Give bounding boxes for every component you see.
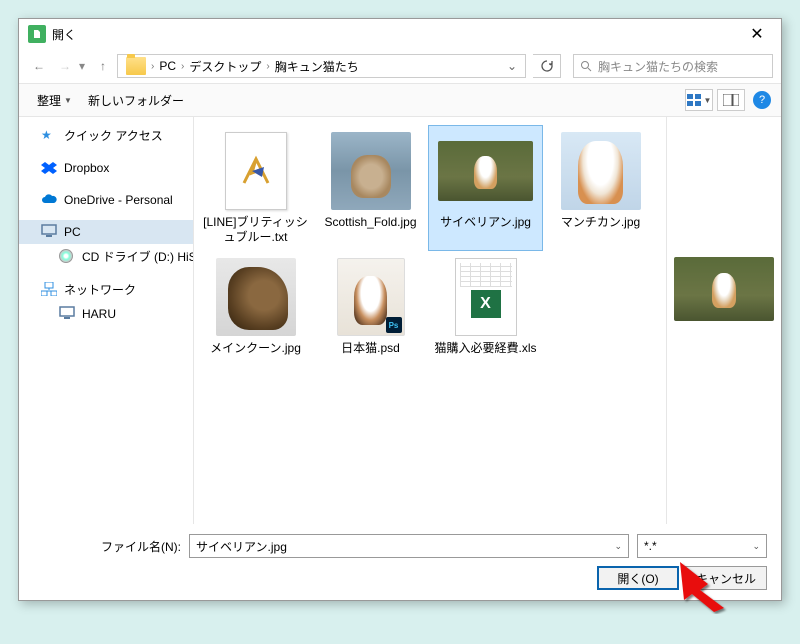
toolbar: 整理▼ 新しいフォルダー ▼ ? [19,83,781,117]
chevron-down-icon[interactable]: ⌄ [614,541,622,552]
preview-pane [666,117,781,524]
view-mode-button[interactable]: ▼ [685,89,713,111]
file-name: マンチカン.jpg [561,215,640,230]
pc-icon [41,224,57,240]
file-item[interactable]: Ps 日本猫.psd [313,251,428,362]
network-icon [41,282,57,298]
help-button[interactable]: ? [753,91,771,109]
filename-input[interactable]: サイベリアン.jpg ⌄ [189,534,629,558]
content-area: [LINE]ブリティッシュブルー.txt Scottish_Fold.jpg サ… [194,117,781,524]
cd-icon [59,249,75,265]
forward-button[interactable]: → [53,54,77,78]
up-button[interactable]: ↑ [91,54,115,78]
organize-menu[interactable]: 整理▼ [29,88,80,113]
preview-pane-button[interactable] [717,89,745,111]
chevron-down-icon[interactable]: ⌄ [752,541,760,552]
refresh-button[interactable] [533,54,561,78]
image-thumbnail [561,132,641,210]
file-list[interactable]: [LINE]ブリティッシュブルー.txt Scottish_Fold.jpg サ… [194,117,666,524]
cloud-icon [41,192,57,208]
crumb-pc[interactable]: PC [155,59,180,73]
history-dropdown[interactable]: ▾ [79,59,89,73]
footer: ファイル名(N): サイベリアン.jpg ⌄ *.* ⌄ 開く(O) キャンセル [19,524,781,602]
image-thumbnail [331,132,411,210]
cancel-button[interactable]: キャンセル [685,566,767,590]
sidebar-item-quick-access[interactable]: ★クイック アクセス [19,123,193,148]
open-dialog: 開く ✕ ← → ▾ ↑ › PC › デスクトップ › 胸キュン猫たち ⌄ 胸… [18,18,782,601]
search-input[interactable]: 胸キュン猫たちの検索 [573,54,773,78]
back-button[interactable]: ← [27,54,51,78]
file-name: [LINE]ブリティッシュブルー.txt [202,215,310,245]
preview-image [674,257,774,321]
photoshop-badge-icon: Ps [386,317,402,333]
breadcrumb-dropdown[interactable]: ⌄ [503,59,521,73]
image-thumbnail [438,141,533,201]
file-item[interactable]: [LINE]ブリティッシュブルー.txt [198,125,313,251]
file-item[interactable]: X 猫購入必要経費.xls [428,251,543,362]
sidebar: ★クイック アクセス Dropbox OneDrive - Personal P… [19,117,194,524]
dropbox-icon [41,160,57,176]
file-item-selected[interactable]: サイベリアン.jpg [428,125,543,251]
file-item[interactable]: マンチカン.jpg [543,125,658,251]
filename-label: ファイル名(N): [33,538,181,555]
monitor-icon [59,306,75,322]
file-name: サイベリアン.jpg [440,215,531,230]
new-folder-button[interactable]: 新しいフォルダー [80,88,192,113]
sidebar-item-haru[interactable]: HARU [19,302,193,326]
file-name: 日本猫.psd [341,341,400,356]
file-name: メインクーン.jpg [210,341,301,356]
file-item[interactable]: メインクーン.jpg [198,251,313,362]
sidebar-item-cd-drive[interactable]: CD ドライブ (D:) HiSuite [19,244,193,269]
crumb-folder[interactable]: 胸キュン猫たち [271,58,363,75]
chevron-right-icon: › [266,61,269,72]
image-thumbnail [216,258,296,336]
close-button[interactable]: ✕ [737,21,777,47]
file-name: Scottish_Fold.jpg [324,215,416,230]
folder-icon [126,57,146,75]
crumb-desktop[interactable]: デスクトップ [185,58,265,75]
image-thumbnail: Ps [337,258,405,336]
sidebar-item-dropbox[interactable]: Dropbox [19,156,193,180]
dialog-title: 開く [52,26,737,43]
open-button[interactable]: 開く(O) [597,566,679,590]
chevron-right-icon: › [181,61,184,72]
star-icon: ★ [41,128,57,144]
excel-file-icon: X [455,258,517,336]
app-icon [28,25,46,43]
file-item[interactable]: Scottish_Fold.jpg [313,125,428,251]
search-placeholder: 胸キュン猫たちの検索 [598,58,718,75]
dialog-body: ★クイック アクセス Dropbox OneDrive - Personal P… [19,117,781,524]
breadcrumb[interactable]: › PC › デスクトップ › 胸キュン猫たち ⌄ [117,54,526,78]
navbar: ← → ▾ ↑ › PC › デスクトップ › 胸キュン猫たち ⌄ 胸キュン猫た… [19,49,781,83]
search-icon [580,60,592,72]
sidebar-item-onedrive[interactable]: OneDrive - Personal [19,188,193,212]
file-name: 猫購入必要経費.xls [434,341,536,356]
text-file-icon [225,132,287,210]
titlebar: 開く ✕ [19,19,781,49]
file-type-filter[interactable]: *.* ⌄ [637,534,767,558]
chevron-right-icon: › [151,61,154,72]
sidebar-item-pc[interactable]: PC [19,220,193,244]
sidebar-item-network[interactable]: ネットワーク [19,277,193,302]
